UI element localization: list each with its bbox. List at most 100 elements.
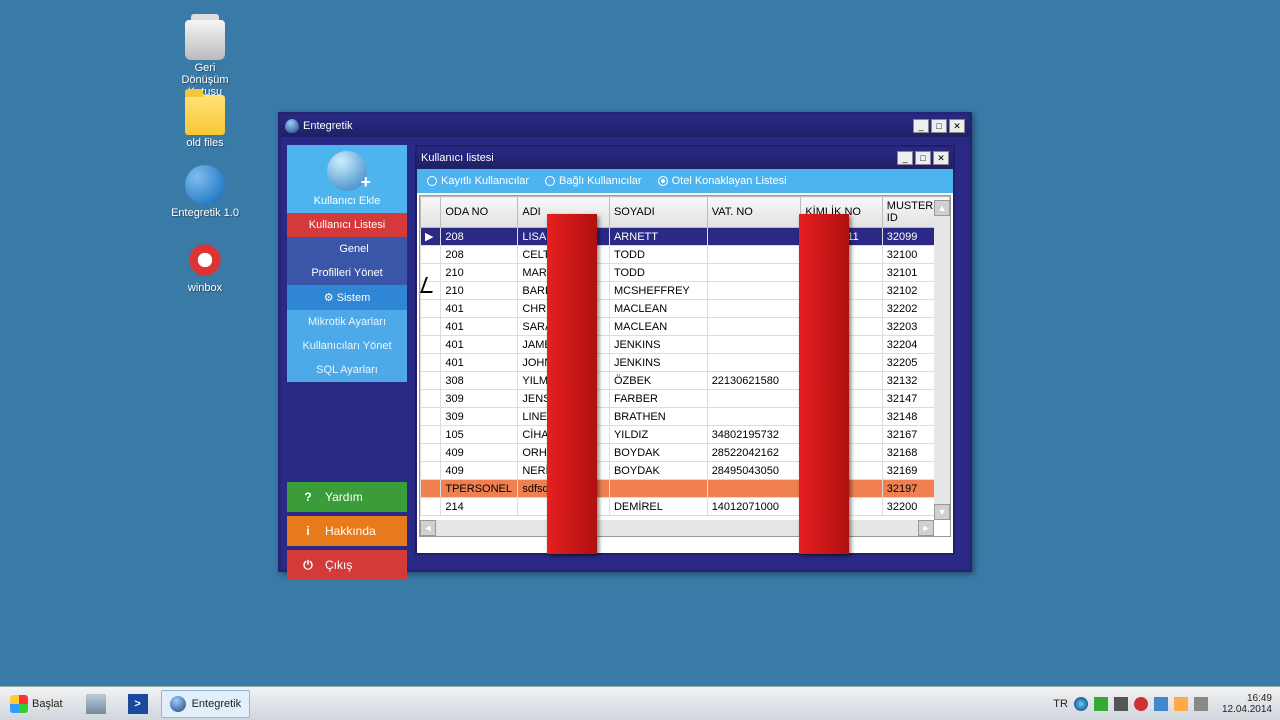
inner-close-button[interactable]: ✕ (933, 151, 949, 165)
table-row[interactable]: 214DEMİREL1401207100032200 (421, 498, 950, 516)
table-cell: 308 (441, 372, 518, 390)
vertical-scrollbar[interactable]: ▲ ▼ (934, 216, 950, 520)
close-button[interactable]: ✕ (949, 119, 965, 133)
app-title-icon (285, 119, 299, 133)
icon-label: Entegretik 1.0 (170, 207, 240, 219)
table-cell (707, 300, 801, 318)
table-row[interactable]: 401SARAMACLEAN8232203 (421, 318, 950, 336)
table-row[interactable]: 210BARBMCSHEFFREY1832102 (421, 282, 950, 300)
table-cell: 401 (441, 318, 518, 336)
taskbar-pinned-powershell[interactable]: > (119, 690, 157, 718)
table-row[interactable]: 208CELTTODD0132100 (421, 246, 950, 264)
table-cell: TODD (609, 246, 707, 264)
table-row[interactable]: 409NERİMBOYDAK2849504305032169 (421, 462, 950, 480)
table-row[interactable]: 308YILMAÖZBEK2213062158032132 (421, 372, 950, 390)
sidebar-user-list[interactable]: Kullanıcı Listesi (287, 213, 407, 237)
sidebar-general[interactable]: Genel (287, 237, 407, 261)
column-vat-no[interactable]: VAT. NO (707, 197, 801, 228)
inner-titlebar[interactable]: Kullanıcı listesi _ □ ✕ (417, 147, 953, 169)
help-button[interactable]: ?Yardım (287, 482, 407, 512)
sidebar-mikrotik[interactable]: Mikrotik Ayarları (287, 310, 407, 334)
scroll-down-button[interactable]: ▼ (934, 504, 950, 520)
taskbar-clock[interactable]: 16:49 12.04.2014 (1222, 693, 1272, 715)
powershell-icon: > (128, 694, 148, 714)
inner-minimize-button[interactable]: _ (897, 151, 913, 165)
winbox-icon (185, 240, 225, 280)
table-row[interactable]: 210MARIETODD1032101 (421, 264, 950, 282)
table-row[interactable]: 309JENSFARBER32147 (421, 390, 950, 408)
table-cell: 28495043050 (707, 462, 801, 480)
radio-label: Kayıtlı Kullanıcılar (441, 175, 529, 187)
desktop-icon-recycle-bin[interactable]: Geri Dönüşüm Kutusu (170, 20, 240, 98)
sidebar-label: Kullanıcıları Yönet (302, 340, 391, 352)
taskbar-app-entegretik[interactable]: Entegretik (161, 690, 251, 718)
table-cell (421, 390, 441, 408)
scroll-up-button[interactable]: ▲ (934, 200, 950, 216)
taskbar-pinned-explorer[interactable] (77, 690, 115, 718)
start-label: Başlat (32, 698, 63, 710)
table-cell (421, 246, 441, 264)
column-soyadi[interactable]: SOYADI (609, 197, 707, 228)
desktop-icon-entegretik[interactable]: Entegretik 1.0 (170, 165, 240, 219)
table-row[interactable]: 105CİHANYILDIZ3480219573232167 (421, 426, 950, 444)
clock-date: 12.04.2014 (1222, 704, 1272, 715)
table-cell: 208 (441, 246, 518, 264)
table-row[interactable]: 409ORHABOYDAK2852204216232168 (421, 444, 950, 462)
table-cell (421, 282, 441, 300)
start-button[interactable]: Başlat (0, 687, 73, 720)
tray-user-icon[interactable] (1074, 697, 1088, 711)
scroll-right-button[interactable]: ► (918, 520, 934, 536)
scroll-left-button[interactable]: ◄ (420, 520, 436, 536)
desktop-icon-winbox[interactable]: winbox (170, 240, 240, 294)
table-row[interactable]: 309LINEBRATHEN32148 (421, 408, 950, 426)
folder-icon (185, 95, 225, 135)
exit-button[interactable]: ⏻Çıkış (287, 550, 407, 580)
table-row[interactable]: ▶208LISAARNETT45996511132099 (421, 228, 950, 246)
taskbar: Başlat > Entegretik TR 16:49 12.04.2014 (0, 686, 1280, 720)
app-titlebar[interactable]: Entegretik _ □ ✕ (281, 115, 969, 137)
radio-hotel-guests[interactable]: Otel Konaklayan Listesi (658, 175, 787, 187)
tray-misc-icon[interactable] (1194, 697, 1208, 711)
table-cell: BOYDAK (609, 462, 707, 480)
taskbar-app-label: Entegretik (192, 698, 242, 710)
column-oda-no[interactable]: ODA NO (441, 197, 518, 228)
tray-shield-icon[interactable] (1134, 697, 1148, 711)
table-row[interactable]: 401CHRISMACLEAN1032202 (421, 300, 950, 318)
table-cell: 22130621580 (707, 372, 801, 390)
table-cell (421, 318, 441, 336)
table-row[interactable]: 401JOHNJENKINS9732205 (421, 354, 950, 372)
table-cell (707, 228, 801, 246)
tray-volume-icon[interactable] (1114, 697, 1128, 711)
about-button[interactable]: iHakkında (287, 516, 407, 546)
tray-flag-icon[interactable] (1174, 697, 1188, 711)
table-cell (421, 336, 441, 354)
minimize-button[interactable]: _ (913, 119, 929, 133)
sidebar-manage-profiles[interactable]: Profilleri Yönet (287, 261, 407, 285)
radio-registered-users[interactable]: Kayıtlı Kullanıcılar (427, 175, 529, 187)
radio-connected-users[interactable]: Bağlı Kullanıcılar (545, 175, 642, 187)
table-row[interactable]: 401JAMESJENKINS3032204 (421, 336, 950, 354)
column-flag[interactable] (421, 197, 441, 228)
desktop-icon-folder[interactable]: old files (170, 95, 240, 149)
table-row[interactable]: TPERSONELsdfsdfs32197 (421, 480, 950, 498)
table-cell (707, 282, 801, 300)
sidebar-add-user[interactable]: Kullanıcı Ekle (287, 145, 407, 213)
tray-network-icon[interactable] (1094, 697, 1108, 711)
button-label: Yardım (325, 490, 363, 504)
sidebar-label: Kullanıcı Ekle (314, 195, 381, 207)
table-cell: FARBER (609, 390, 707, 408)
tray-action-icon[interactable] (1154, 697, 1168, 711)
data-grid[interactable]: ODA NO ADI SOYADI VAT. NO KİMLİK NO MUST… (419, 195, 951, 537)
table-cell: 214 (441, 498, 518, 516)
sidebar-sql[interactable]: SQL Ayarları (287, 358, 407, 382)
table-cell: TPERSONEL (441, 480, 518, 498)
table-cell: MACLEAN (609, 300, 707, 318)
table-cell: ARNETT (609, 228, 707, 246)
power-icon: ⏻ (299, 556, 317, 574)
sidebar-manage-users[interactable]: Kullanıcıları Yönet (287, 334, 407, 358)
inner-maximize-button[interactable]: □ (915, 151, 931, 165)
sidebar-system[interactable]: ⚙ Sistem (287, 285, 407, 310)
horizontal-scrollbar[interactable]: ◄ ► (420, 520, 934, 536)
language-indicator[interactable]: TR (1053, 698, 1068, 710)
maximize-button[interactable]: □ (931, 119, 947, 133)
